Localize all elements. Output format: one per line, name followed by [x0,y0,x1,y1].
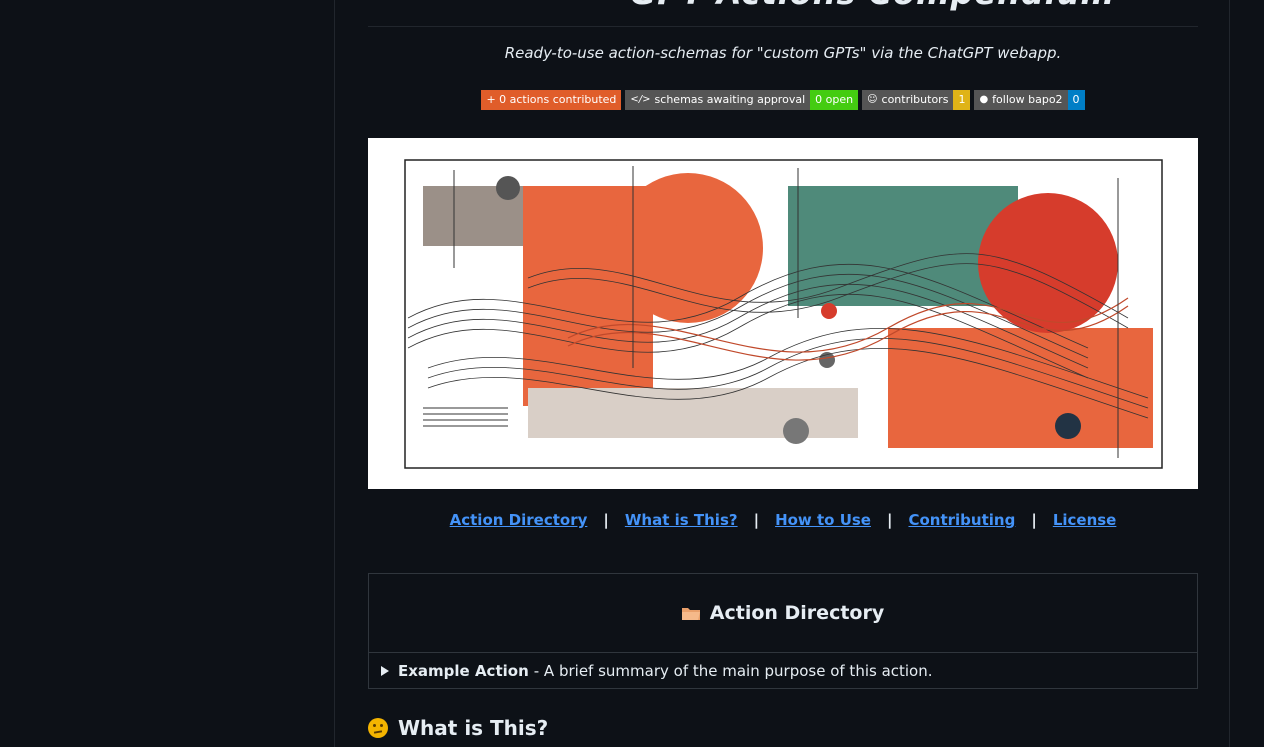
what-is-this-heading: What is This? [368,713,1198,743]
thinking-face-icon [368,718,388,738]
title-row: GPT Actions Compendium [368,0,1198,27]
action-summary: - A brief summary of the main purpose of… [533,662,933,680]
action-directory-heading: Action Directory [369,574,1197,653]
page-title: GPT Actions Compendium [630,0,1115,12]
readme-content: GPT Actions Compendium Ready-to-use acti… [334,0,1230,747]
contributors-badge[interactable]: ☺ contributors 1 [862,90,971,110]
github-icon: ● [979,94,989,105]
nav-link-contributing[interactable]: Contributing [908,511,1015,529]
tagline: Ready-to-use action-schemas for "custom … [504,44,1062,62]
code-icon: </> [630,94,651,105]
badge-label: + 0 actions contributed [481,90,622,110]
action-name: Example Action [398,662,529,680]
nav-link-license[interactable]: License [1053,511,1117,529]
badge-label: contributors [881,93,949,106]
expand-triangle-icon[interactable] [381,666,389,676]
badge-value: 1 [953,90,971,110]
follow-badge[interactable]: ● follow bapo2 0 [974,90,1085,110]
nav-link-how-to-use[interactable]: How to Use [775,511,871,529]
action-directory-table: Action Directory Example Action - A brie… [368,573,1198,689]
nav-links: Action Directory | What is This? | How to Us… [449,511,1117,529]
badge-label: schemas awaiting approval [654,93,806,106]
nav-link-what-is-this[interactable]: What is This? [625,511,738,529]
badge-value: 0 [1067,90,1085,110]
actions-contributed-badge[interactable]: + 0 actions contributed [481,90,622,110]
badge-value: 0 open [810,90,859,110]
nav-link-action-directory[interactable]: Action Directory [450,511,588,529]
openai-logo-icon [528,0,574,6]
badge-label: follow bapo2 [992,93,1063,106]
smiley-icon: ☺ [867,94,878,105]
banner-image [368,138,1198,489]
folder-icon [681,608,700,620]
example-action-row[interactable]: Example Action - A brief summary of the … [369,653,1197,689]
badge-row: + 0 actions contributed </> schemas await… [368,90,1198,110]
schemas-awaiting-badge[interactable]: </> schemas awaiting approval 0 open [625,90,859,110]
